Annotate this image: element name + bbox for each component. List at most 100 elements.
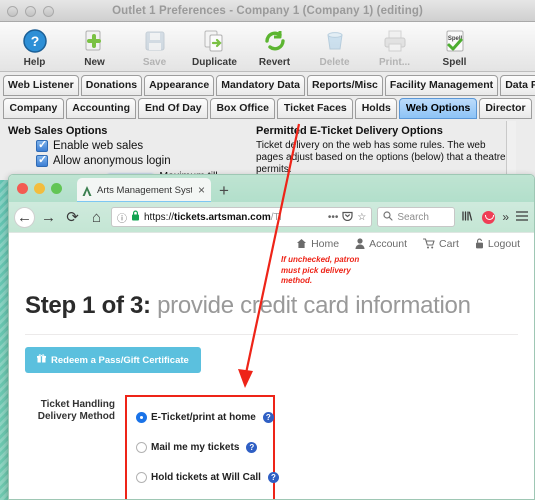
radio-will-call-dot[interactable] (136, 471, 147, 483)
tab-row-secondary: Company Accounting End Of Day Box Office… (0, 96, 535, 121)
site-nav-logout-label: Logout (487, 237, 520, 250)
browser-minimize-button[interactable] (34, 183, 45, 194)
delivery-method-label-line1: Ticket Handling (40, 399, 115, 410)
radio-option-mail[interactable]: Mail me my tickets ? (136, 432, 264, 462)
minimize-window-button[interactable] (25, 6, 36, 17)
radio-option-eticket[interactable]: E-Ticket/print at home ? (136, 402, 274, 432)
tab-box-office[interactable]: Box Office (210, 98, 276, 119)
spell-check-icon: Spell (426, 26, 483, 56)
browser-tab-active[interactable]: Arts Management Systems Ltd × (77, 178, 211, 202)
site-nav-home-label: Home (311, 237, 340, 250)
site-nav-account[interactable]: Account (355, 238, 407, 250)
home-icon (296, 238, 307, 249)
firefox-window: Arts Management Systems Ltd × + ← → ⟳ ⌂ … (8, 174, 535, 500)
tab-end-of-day[interactable]: End Of Day (138, 98, 208, 119)
eticket-heading: Permitted E-Ticket Delivery Options (256, 125, 443, 137)
toolbar-button-help[interactable]: ? Help (6, 26, 63, 68)
home-icon[interactable]: ⌂ (87, 208, 106, 227)
new-document-icon (66, 26, 123, 56)
bookmark-star-icon[interactable]: ☆ (357, 212, 366, 223)
tab-director[interactable]: Director (478, 98, 533, 119)
radio-mail-dot[interactable] (136, 441, 147, 453)
site-nav-logout[interactable]: Logout (475, 238, 520, 250)
back-arrow-icon[interactable]: ← (15, 207, 34, 227)
help-icon: ? (6, 26, 63, 56)
eticket-delivery-section: Permitted E-Ticket Delivery Options Tick… (256, 125, 514, 180)
svg-text:?: ? (30, 33, 39, 49)
radio-eticket-dot[interactable] (136, 411, 147, 423)
window-title: Outlet 1 Preferences - Company 1 (Compan… (112, 5, 423, 17)
radio-eticket-label: E-Ticket/print at home (151, 411, 256, 423)
offscreen-text-column (517, 125, 535, 180)
tab-mandatory-data[interactable]: Mandatory Data (216, 75, 305, 96)
checkbox-allow-anonymous-login[interactable]: Allow anonymous login (36, 154, 252, 167)
toolbar-label-delete: Delete (319, 57, 350, 68)
browser-traffic-lights[interactable] (17, 183, 62, 194)
library-icon[interactable] (462, 210, 475, 224)
cart-icon (423, 238, 435, 249)
web-sales-heading: Web Sales Options (8, 125, 108, 137)
help-icon[interactable]: ? (246, 441, 258, 453)
page-title-rest: provide credit card information (150, 292, 471, 319)
url-scheme: https:// (144, 211, 175, 223)
page-actions-menu-icon[interactable]: ••• (328, 212, 339, 223)
redeem-pass-label: Redeem a Pass/Gift Certificate (51, 354, 189, 366)
window-titlebar: Outlet 1 Preferences - Company 1 (Compan… (0, 0, 535, 22)
pocket-icon[interactable] (342, 210, 353, 224)
radio-option-will-call[interactable]: Hold tickets at Will Call ? (136, 462, 279, 492)
site-nav-home[interactable]: Home (296, 238, 339, 250)
url-bar[interactable]: ⓘ https://tickets.artsman.com/Ti ••• ☆ (111, 207, 373, 227)
browser-maximize-button[interactable] (51, 183, 62, 194)
pocket-icon[interactable] (482, 210, 496, 224)
reload-icon[interactable]: ⟳ (63, 208, 82, 227)
checkbox-allow-anonymous-login-box[interactable] (36, 154, 48, 167)
forward-arrow-icon[interactable]: → (39, 208, 58, 227)
tab-donations[interactable]: Donations (80, 75, 143, 96)
eticket-intro-text: Ticket delivery on the web has some rule… (256, 140, 506, 175)
toolbar-button-revert[interactable]: Revert (246, 26, 303, 68)
tab-reports-misc[interactable]: Reports/Misc (306, 75, 383, 96)
browser-right-icons: » (460, 210, 528, 224)
toolbar-button-duplicate[interactable]: Duplicate (186, 26, 243, 68)
toolbar-label-spell: Spell (442, 57, 467, 68)
overflow-chevrons-icon[interactable]: » (502, 211, 509, 223)
tab-web-options[interactable]: Web Options (399, 98, 477, 119)
page-content: Step 1 of 3: provide credit card informa… (9, 292, 534, 499)
browser-search-bar[interactable]: Search (377, 207, 456, 227)
toolbar-button-delete: Delete (306, 26, 363, 68)
redeem-pass-button[interactable]: Redeem a Pass/Gift Certificate (25, 347, 201, 373)
url-domain: tickets.artsman.com (174, 211, 271, 223)
url-text: https://tickets.artsman.com/Ti (144, 212, 324, 223)
browser-close-button[interactable] (17, 183, 28, 194)
site-nav-cart[interactable]: Cart (423, 238, 459, 250)
toolbar-button-spell[interactable]: Spell Spell (426, 26, 483, 68)
tab-holds[interactable]: Holds (355, 98, 398, 119)
tab-ticket-faces[interactable]: Ticket Faces (277, 98, 354, 119)
tab-web-listener[interactable]: Web Listener (3, 75, 79, 96)
toolbar-label-new: New (84, 57, 105, 68)
maximize-window-button[interactable] (43, 6, 54, 17)
help-icon[interactable]: ? (262, 411, 274, 423)
delete-trash-icon (306, 26, 363, 56)
delivery-method-radio-group: E-Ticket/print at home ? Mail me my tick… (125, 395, 279, 499)
tab-company[interactable]: Company (3, 98, 64, 119)
checkbox-enable-web-sales-box[interactable] (36, 139, 48, 152)
delivery-method-label-line2: Delivery Method (37, 411, 115, 422)
tab-accounting[interactable]: Accounting (65, 98, 137, 119)
toolbar-button-new[interactable]: New (66, 26, 123, 68)
close-window-button[interactable] (7, 6, 18, 17)
tab-appearance[interactable]: Appearance (144, 75, 215, 96)
screenshot-root: Outlet 1 Preferences - Company 1 (Compan… (0, 0, 535, 500)
close-icon[interactable]: × (196, 184, 207, 196)
hamburger-menu-icon[interactable] (516, 211, 528, 223)
new-tab-button[interactable]: + (219, 182, 229, 202)
tab-facility-management[interactable]: Facility Management (384, 75, 499, 96)
browser-nav-toolbar: ← → ⟳ ⌂ ⓘ https://tickets.artsman.com/Ti… (9, 202, 534, 232)
checkbox-enable-web-sales[interactable]: Enable web sales (36, 139, 252, 152)
search-input[interactable]: Search (397, 212, 429, 223)
panel-scrollbar[interactable] (506, 121, 516, 180)
help-icon[interactable]: ? (267, 471, 279, 483)
info-icon[interactable]: ⓘ (117, 210, 127, 225)
window-traffic-lights[interactable] (7, 6, 54, 17)
tab-data-retention[interactable]: Data Retention (500, 75, 535, 96)
